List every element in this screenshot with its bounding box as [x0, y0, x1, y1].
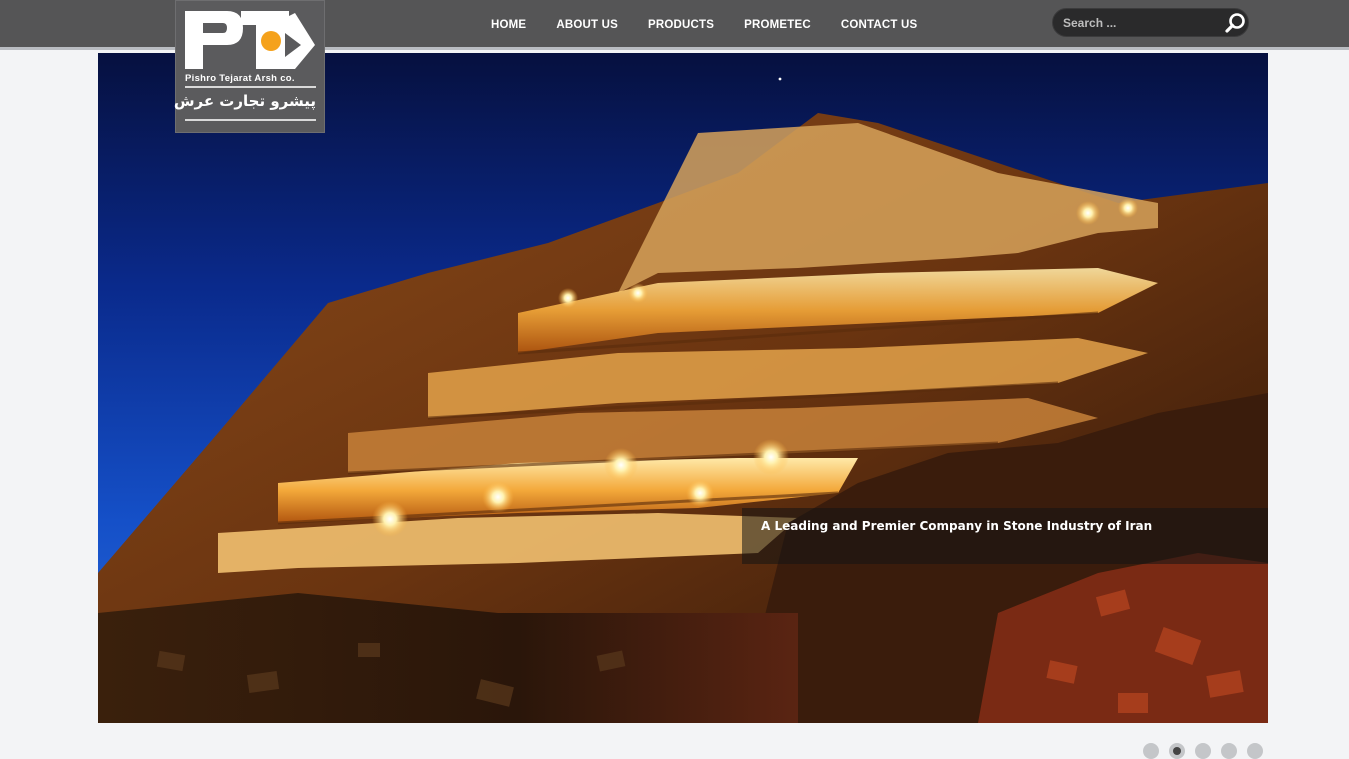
slide-caption-text: A Leading and Premier Company in Stone I… [761, 519, 1153, 533]
nav-prometec[interactable]: PROMETEC [729, 0, 826, 50]
search-input[interactable] [1063, 13, 1213, 33]
hero-slider[interactable]: A Leading and Premier Company in Stone I… [98, 53, 1268, 723]
company-name-fa: پیشرو تجارت عرش [173, 92, 316, 110]
slider-dot-1[interactable] [1143, 743, 1159, 759]
slider-dot-5[interactable] [1247, 743, 1263, 759]
company-logo[interactable]: Pishro Tejarat Arsh co. پیشرو تجارت عرش [173, 0, 325, 133]
logo-divider [185, 119, 316, 121]
company-name-en: Pishro Tejarat Arsh co. [185, 73, 295, 84]
logo-divider [185, 86, 316, 88]
nav-about-us[interactable]: ABOUT US [541, 0, 633, 50]
nav-home[interactable]: HOME [476, 0, 541, 50]
nav-contact-us[interactable]: CONTACT US [826, 0, 933, 50]
slider-dot-4[interactable] [1221, 743, 1237, 759]
slide-caption: A Leading and Premier Company in Stone I… [742, 508, 1268, 564]
main-nav: HOME ABOUT US PRODUCTS PROMETEC CONTACT … [476, 0, 932, 50]
search-icon[interactable] [1222, 10, 1248, 36]
slider-dot-2[interactable] [1169, 743, 1185, 759]
slider-pagination [1143, 743, 1263, 759]
nav-products[interactable]: PRODUCTS [633, 0, 729, 50]
pta-logo-mark-icon [185, 11, 315, 69]
search-box [1052, 8, 1249, 37]
quarry-night-image [98, 53, 1268, 723]
slider-dot-3[interactable] [1195, 743, 1211, 759]
